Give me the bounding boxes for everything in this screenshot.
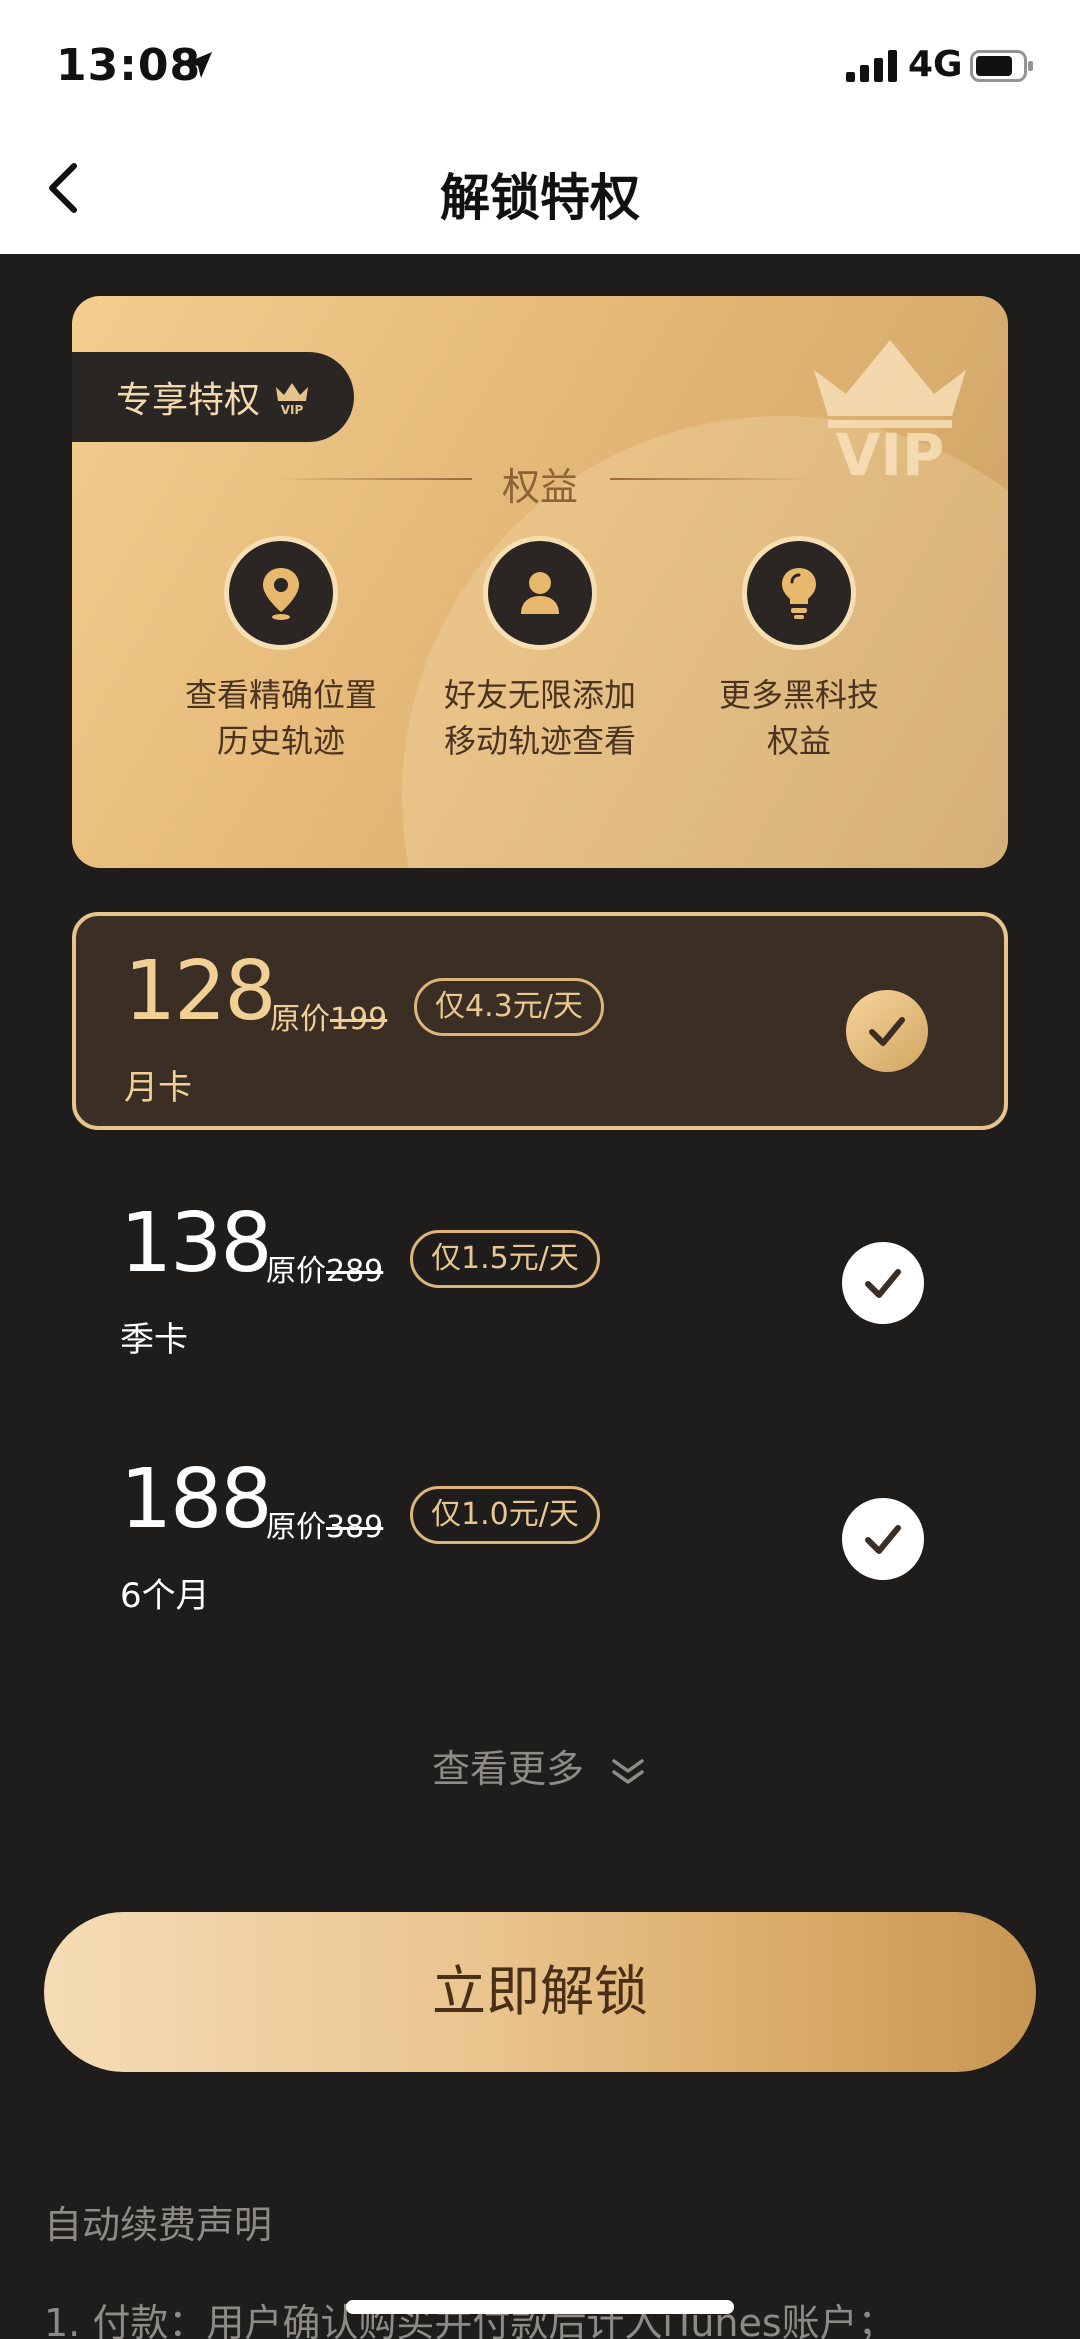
perk-icon-circle [742,536,856,650]
plan-original-price: 原价389 [266,1502,383,1546]
network-label: 4G [908,44,963,85]
perk-icon-circle [483,536,597,650]
auto-renew-notice-title: 自动续费声明 [44,2203,273,2247]
status-time: 13:08 [56,40,202,91]
unlock-now-button[interactable]: 立即解锁 [44,1912,1036,2072]
double-chevron-down-icon [612,1758,644,1784]
plan-original-price: 原价289 [266,1246,383,1290]
screen: 13:08 4G 解锁特权 专享特权 VIP VIP 权益 查看精确位置 历史轨… [0,0,1080,2339]
see-more-link[interactable]: 查看更多 [0,1738,1080,1793]
perk-text: 更多黑科技 权益 [674,672,924,764]
plan-name: 月卡 [124,1068,192,1108]
perk-icon-circle [224,536,338,650]
exclusive-badge: 专享特权 VIP [72,352,354,442]
perk-text: 好友无限添加 移动轨迹查看 [415,672,665,764]
page-title: 解锁特权 [440,169,640,227]
perk-line1: 好友无限添加 [443,676,636,714]
original-price-prefix: 原价 [270,1002,330,1037]
vip-benefits-card: 专享特权 VIP VIP 权益 查看精确位置 历史轨迹 好友无限添加 移动轨迹查… [72,296,1008,868]
plan-option-quarterly[interactable]: 138 原价289 仅1.5元/天 季卡 [72,1168,1008,1386]
original-price-prefix: 原价 [266,1254,326,1289]
plan-select-check[interactable] [846,990,928,1072]
original-price-value: 199 [330,1002,388,1037]
original-price-value: 289 [326,1254,384,1289]
plan-option-monthly[interactable]: 128 原价199 仅4.3元/天 月卡 [72,912,1008,1130]
plan-original-price: 原价199 [270,994,387,1038]
plan-price: 188 [120,1452,273,1547]
plan-name: 季卡 [120,1320,188,1360]
checkmark-icon [865,1525,901,1554]
rights-header: 权益 [72,448,1008,509]
perk-line2: 历史轨迹 [216,722,345,760]
svg-text:VIP: VIP [281,403,304,417]
checkmark-icon [869,1017,905,1046]
plan-price: 128 [124,944,277,1039]
rights-divider-right [610,478,810,480]
badge-label: 专享特权 [116,380,261,421]
perk-location: 查看精确位置 历史轨迹 [156,536,406,764]
daily-price-tag: 仅4.3元/天 [414,978,604,1036]
perk-line2: 权益 [766,722,831,760]
crown-vip-icon: VIP [276,383,309,417]
plan-select-check[interactable] [842,1498,924,1580]
perk-friends: 好友无限添加 移动轨迹查看 [415,536,665,764]
battery-icon [970,50,1033,82]
perk-line1: 更多黑科技 [718,676,879,714]
plan-select-check[interactable] [842,1242,924,1324]
daily-price-tag: 仅1.5元/天 [410,1230,600,1288]
original-price-prefix: 原价 [266,1510,326,1545]
location-arrow-icon [186,52,212,78]
perk-line2: 移动轨迹查看 [443,722,636,760]
plan-name: 6个月 [120,1576,210,1616]
see-more-label: 查看更多 [431,1747,584,1791]
perk-text: 查看精确位置 历史轨迹 [156,672,406,764]
rights-title: 权益 [501,465,578,509]
daily-price-tag: 仅1.0元/天 [410,1486,600,1544]
person-icon [521,572,559,614]
original-price-value: 389 [326,1510,384,1545]
perk-tech: 更多黑科技 权益 [674,536,924,764]
signal-icon [846,50,897,82]
top-bar: 13:08 4G 解锁特权 [0,0,1080,254]
perk-line1: 查看精确位置 [184,676,377,714]
lightbulb-icon [782,568,816,619]
plan-price: 138 [120,1196,273,1291]
location-pin-icon [263,568,299,620]
home-indicator[interactable] [346,2300,734,2314]
plan-option-six-months[interactable]: 188 原价389 仅1.0元/天 6个月 [72,1424,1008,1642]
checkmark-icon [865,1269,901,1298]
